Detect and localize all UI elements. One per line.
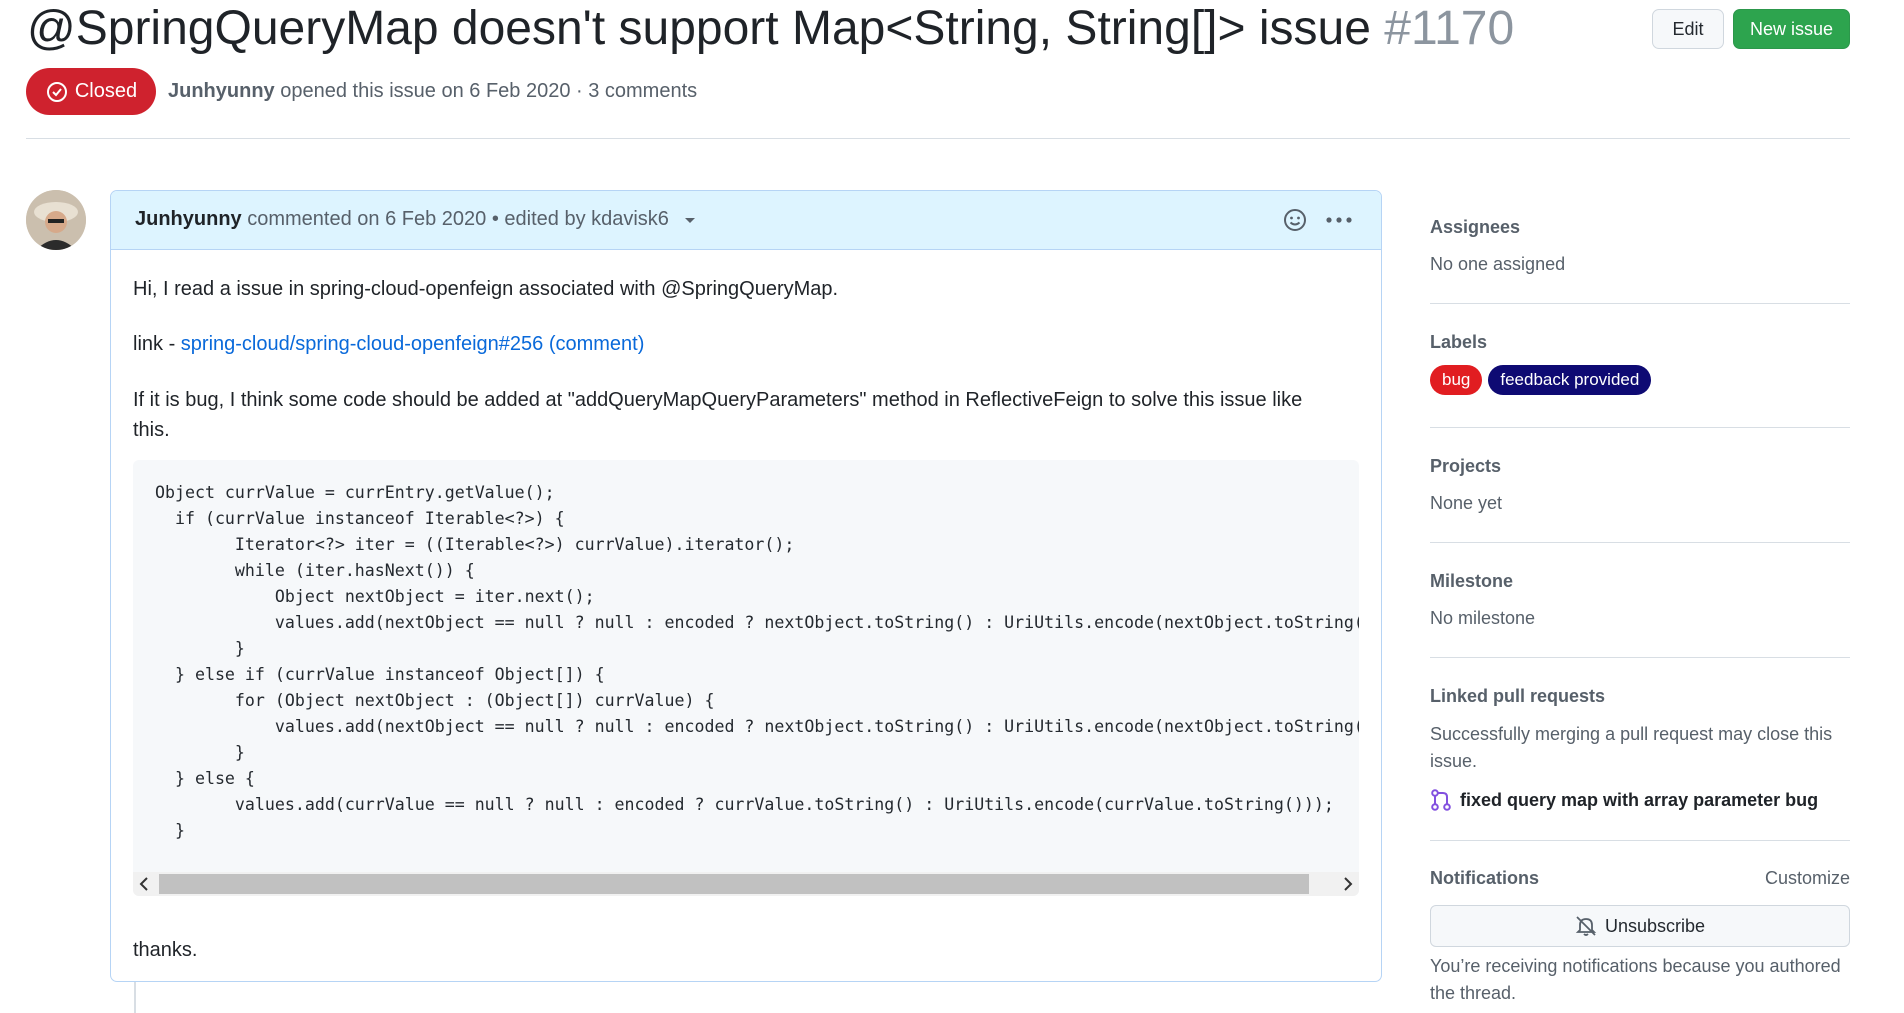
- code-content: Object currValue = currEntry.getValue();…: [155, 480, 1359, 844]
- comment-paragraph: If it is bug, I think some code should b…: [133, 389, 1303, 411]
- issue-title: @SpringQueryMap doesn't support Map<Stri…: [27, 0, 1514, 58]
- code-line: values.add(nextObject == null ? null : e…: [155, 613, 1359, 632]
- header-divider: [26, 138, 1850, 139]
- projects-title[interactable]: Projects: [1430, 456, 1850, 477]
- comment-author-link[interactable]: Junhyunny: [135, 208, 242, 230]
- linked-pr-desc-line: Successfully merging a pull request may …: [1430, 724, 1833, 744]
- triangle-down-icon[interactable]: [683, 215, 697, 225]
- issue-meta: Junhyunny opened this issue on 6 Feb 202…: [168, 80, 697, 103]
- status-label: Closed: [74, 80, 138, 102]
- reference-link[interactable]: spring-cloud/spring-cloud-openfeign#256 …: [181, 333, 645, 355]
- code-line: }: [155, 743, 245, 762]
- code-line: }: [155, 639, 245, 658]
- notifications-reason-line: the thread.: [1430, 983, 1517, 1003]
- code-line: } else if (currValue instanceof Object[]…: [155, 665, 605, 684]
- smiley-icon[interactable]: [1283, 208, 1307, 232]
- unsubscribe-label: Unsubscribe: [1604, 915, 1706, 936]
- sidebar-divider: [1430, 657, 1850, 658]
- code-line: if (currValue instanceof Iterable<?>) {: [155, 509, 565, 528]
- chevron-right-icon[interactable]: [1343, 877, 1353, 891]
- milestone-title[interactable]: Milestone: [1430, 571, 1850, 592]
- closed-issue-icon: [46, 81, 67, 102]
- link-prefix: link -: [133, 333, 181, 355]
- timeline-line: [134, 982, 136, 1013]
- labels-section: Labels bug feedback provided: [1430, 332, 1850, 395]
- issue-meta-text: opened this issue on 6 Feb 2020 · 3 comm…: [280, 80, 698, 102]
- code-line: }: [155, 821, 185, 840]
- label-bug[interactable]: bug: [1430, 365, 1483, 395]
- sidebar-divider: [1430, 427, 1850, 428]
- issue-author-link[interactable]: Junhyunny: [168, 80, 275, 102]
- comment-link-paragraph: link - spring-cloud/spring-cloud-openfei…: [133, 329, 644, 359]
- code-line: Object nextObject = iter.next();: [155, 587, 595, 606]
- assignees-section: Assignees No one assigned: [1430, 217, 1850, 275]
- label-feedback-provided[interactable]: feedback provided: [1488, 365, 1652, 395]
- comment-paragraph: Hi, I read a issue in spring-cloud-openf…: [133, 278, 839, 300]
- sidebar-divider: [1430, 303, 1850, 304]
- assignees-title[interactable]: Assignees: [1430, 217, 1850, 238]
- avatar[interactable]: [26, 190, 86, 250]
- avatar-image: [26, 190, 86, 250]
- new-issue-button[interactable]: New issue: [1733, 9, 1850, 49]
- comment-closing: thanks.: [133, 939, 198, 961]
- labels-list: bug feedback provided: [1430, 365, 1850, 395]
- projects-section: Projects None yet: [1430, 456, 1850, 514]
- chevron-left-icon[interactable]: [139, 877, 149, 891]
- code-line: Object currValue = currEntry.getValue();: [155, 483, 555, 502]
- notifications-reason-line: You’re receiving notifications because y…: [1430, 956, 1841, 976]
- sidebar-divider: [1430, 542, 1850, 543]
- status-badge: Closed: [26, 68, 156, 115]
- linked-pr-section: Linked pull requests Successfully mergin…: [1430, 686, 1850, 811]
- comment-box: Junhyunny commented on 6 Feb 2020 • edit…: [110, 190, 1382, 982]
- notifications-reason: You’re receiving notifications because y…: [1430, 953, 1850, 1007]
- unsubscribe-button[interactable]: Unsubscribe: [1430, 905, 1850, 947]
- edit-button[interactable]: Edit: [1652, 9, 1724, 49]
- linked-pr-title-text[interactable]: fixed query map with array parameter bug: [1460, 790, 1818, 811]
- code-line: values.add(currValue == null ? null : en…: [155, 795, 1334, 814]
- bell-slash-icon: [1575, 916, 1597, 936]
- customize-link[interactable]: Customize: [1765, 868, 1850, 889]
- kebab-horizontal-icon[interactable]: [1325, 210, 1353, 230]
- projects-value: None yet: [1430, 493, 1503, 513]
- issue-number: #1170: [1384, 2, 1515, 55]
- code-line: } else {: [155, 769, 255, 788]
- linked-pr-desc-line: issue.: [1430, 751, 1478, 771]
- notifications-title: Notifications: [1430, 868, 1540, 888]
- linked-pr-description: Successfully merging a pull request may …: [1430, 721, 1850, 775]
- linked-pr-title: Linked pull requests: [1430, 686, 1606, 706]
- comment-body: Hi, I read a issue in spring-cloud-openf…: [133, 249, 1359, 981]
- code-line: values.add(nextObject == null ? null : e…: [155, 717, 1359, 736]
- milestone-value: No milestone: [1430, 608, 1536, 628]
- code-block[interactable]: Object currValue = currEntry.getValue();…: [133, 460, 1359, 896]
- labels-title[interactable]: Labels: [1430, 332, 1850, 353]
- milestone-section: Milestone No milestone: [1430, 571, 1850, 629]
- git-pull-request-icon: [1431, 789, 1451, 811]
- sidebar-divider: [1430, 840, 1850, 841]
- scrollbar-thumb[interactable]: [159, 874, 1309, 894]
- comment-header: Junhyunny commented on 6 Feb 2020 • edit…: [111, 191, 1381, 250]
- issue-title-text: @SpringQueryMap doesn't support Map<Stri…: [27, 2, 1371, 55]
- comment-meta[interactable]: commented on 6 Feb 2020 • edited by kdav…: [247, 208, 669, 230]
- comment-paragraph: this.: [133, 419, 170, 441]
- code-line: for (Object nextObject : (Object[]) curr…: [155, 691, 715, 710]
- notifications-section: Notifications Customize: [1430, 868, 1850, 889]
- assignees-value: No one assigned: [1430, 254, 1566, 274]
- code-line: Iterator<?> iter = ((Iterable<?>) currVa…: [155, 535, 795, 554]
- linked-pr-item[interactable]: fixed query map with array parameter bug: [1430, 789, 1850, 811]
- code-horizontal-scrollbar[interactable]: [133, 872, 1359, 896]
- code-line: while (iter.hasNext()) {: [155, 561, 475, 580]
